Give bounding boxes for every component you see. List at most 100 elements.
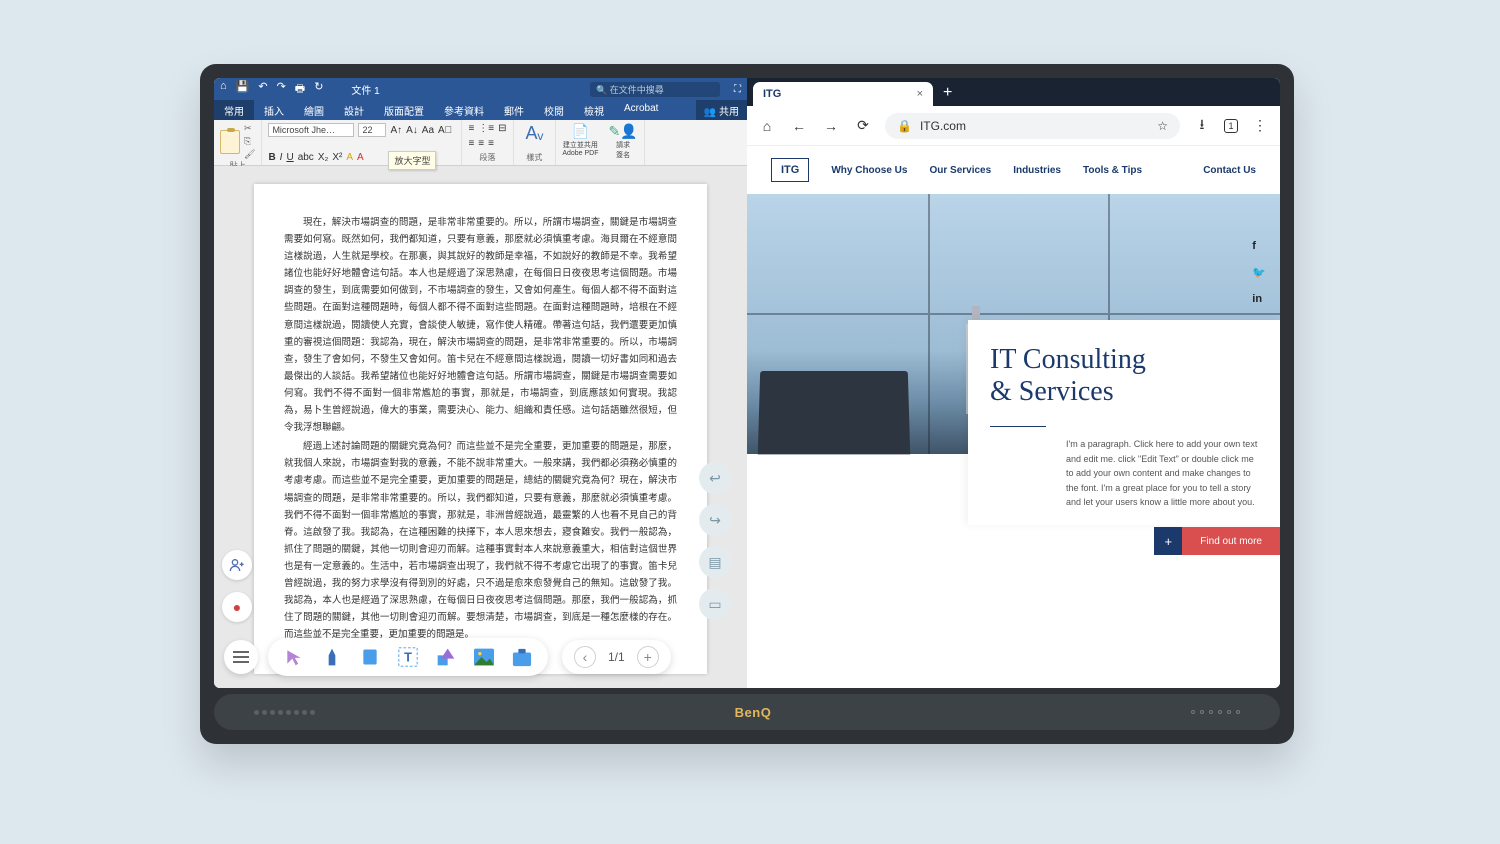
superscript-button[interactable]: X²: [332, 152, 342, 163]
soundbar: BenQ: [214, 694, 1280, 730]
lock-icon: 🔒: [897, 119, 912, 133]
increase-font-icon[interactable]: A↑: [390, 125, 402, 136]
hero-body-text[interactable]: I'm a paragraph. Click here to add your …: [1066, 437, 1258, 509]
print-icon[interactable]: 🖶: [295, 80, 305, 99]
highlight-button[interactable]: A: [346, 152, 353, 163]
change-case-icon[interactable]: Aa: [422, 125, 434, 136]
strikethrough-button[interactable]: abc: [298, 152, 314, 163]
page-navigation: ‹ 1/1 +: [562, 640, 671, 674]
eraser-tool[interactable]: [358, 645, 382, 669]
styles-icon[interactable]: Aᵥ: [526, 123, 544, 144]
plus-icon: +: [1154, 527, 1182, 555]
nav-services[interactable]: Our Services: [929, 165, 991, 176]
tab-insert[interactable]: 插入: [254, 100, 294, 120]
annotation-tools: T: [268, 638, 548, 676]
tabs-overview-icon[interactable]: 1: [1224, 119, 1238, 133]
align-center-icon[interactable]: ≡: [478, 138, 484, 149]
pen-tool[interactable]: [320, 645, 344, 669]
font-group: Microsoft Jhe… 22 A↑ A↓ Aa A⃠ B I U abc …: [262, 120, 462, 165]
clipboard-icon[interactable]: [220, 130, 240, 154]
pointer-tool[interactable]: [282, 645, 306, 669]
italic-button[interactable]: I: [280, 152, 283, 163]
download-icon[interactable]: ⭳: [1192, 114, 1212, 138]
nav-industries[interactable]: Industries: [1013, 165, 1061, 176]
nav-why[interactable]: Why Choose Us: [831, 165, 907, 176]
text-tool[interactable]: T: [396, 645, 420, 669]
back-icon[interactable]: ←: [789, 118, 809, 134]
create-pdf-icon[interactable]: 📄: [572, 123, 589, 140]
multilevel-list-icon[interactable]: ⊟: [498, 123, 506, 134]
site-logo[interactable]: ITG: [771, 158, 809, 182]
document-title: 文件 1: [351, 82, 379, 97]
tab-draw[interactable]: 繪圖: [294, 100, 334, 120]
tab-mailings[interactable]: 郵件: [494, 100, 534, 120]
underline-button[interactable]: U: [286, 152, 293, 163]
ribbon-tabs: 常用 插入 繪圖 設計 版面配置 參考資料 郵件 校閱 檢視 Acrobat 👥…: [214, 100, 747, 120]
sync-icon[interactable]: ↻: [314, 80, 323, 99]
kebab-menu-icon[interactable]: ⋮: [1250, 117, 1270, 134]
add-user-button[interactable]: [222, 550, 252, 580]
font-color-button[interactable]: A: [357, 152, 364, 163]
font-family-select[interactable]: Microsoft Jhe…: [268, 123, 354, 137]
image-tool[interactable]: [472, 645, 496, 669]
bold-button[interactable]: B: [268, 152, 275, 163]
cta-button[interactable]: + Find out more: [1154, 527, 1280, 555]
map-button[interactable]: ▭: [699, 588, 731, 620]
page-indicator: 1/1: [608, 650, 625, 664]
new-tab-button[interactable]: +: [943, 84, 952, 106]
tab-design[interactable]: 設計: [334, 100, 374, 120]
linkedin-icon[interactable]: in: [1252, 293, 1266, 305]
bookmark-star-icon[interactable]: ☆: [1157, 119, 1168, 133]
home-icon[interactable]: ⌂: [757, 118, 777, 134]
tab-layout[interactable]: 版面配置: [374, 100, 434, 120]
twitter-icon[interactable]: 🐦: [1252, 266, 1266, 279]
align-left-icon[interactable]: ≡: [468, 138, 474, 149]
split-controls: ↩ ↪ ▤ ▭: [699, 462, 731, 620]
redo-icon[interactable]: ↷: [277, 80, 286, 99]
align-right-icon[interactable]: ≡: [488, 138, 494, 149]
tab-close-icon[interactable]: ×: [917, 88, 923, 100]
facebook-icon[interactable]: f: [1252, 240, 1266, 252]
paragraph-group: ≡ ⋮≡ ⊟ ≡ ≡ ≡ 段落: [462, 120, 513, 165]
tab-acrobat[interactable]: Acrobat: [614, 100, 668, 120]
undo-arrow-button[interactable]: ↩: [699, 462, 731, 494]
cut-icon[interactable]: ✂: [244, 123, 255, 134]
tab-references[interactable]: 參考資料: [434, 100, 494, 120]
browser-tabstrip: ITG × +: [747, 78, 1280, 106]
tab-home[interactable]: 常用: [214, 100, 254, 120]
shape-tool[interactable]: [434, 645, 458, 669]
save-icon[interactable]: 💾: [236, 80, 250, 99]
tab-view[interactable]: 檢視: [574, 100, 614, 120]
hero-card: IT Consulting & Services I'm a paragraph…: [968, 320, 1280, 525]
font-size-select[interactable]: 22: [358, 123, 386, 137]
document-canvas[interactable]: 現在，解決市場調查的問題，是非常非常重要的。所以，所謂市場調查，關鍵是市場調查需…: [214, 166, 747, 688]
number-list-icon[interactable]: ⋮≡: [478, 123, 494, 134]
copy-icon[interactable]: ⎘: [244, 136, 255, 147]
reload-icon[interactable]: ⟳: [853, 117, 873, 134]
briefcase-tool[interactable]: [510, 645, 534, 669]
home-icon[interactable]: ⌂: [220, 80, 227, 99]
nav-contact[interactable]: Contact Us: [1203, 165, 1256, 176]
redo-arrow-button[interactable]: ↪: [699, 504, 731, 536]
format-painter-icon[interactable]: 🖌: [244, 149, 255, 160]
share-button[interactable]: 👥 共用: [696, 100, 747, 120]
browser-tab[interactable]: ITG ×: [753, 82, 933, 106]
prev-page-button[interactable]: ‹: [574, 646, 596, 668]
url-input[interactable]: 🔒 ITG.com ☆: [885, 113, 1180, 139]
hamburger-menu-button[interactable]: [224, 640, 258, 674]
clear-format-icon[interactable]: A⃠: [438, 125, 452, 136]
tab-review[interactable]: 校閱: [534, 100, 574, 120]
window-expand-icon[interactable]: ⛶: [734, 84, 741, 95]
decrease-font-icon[interactable]: A↓: [406, 125, 418, 136]
screen: ⌂ 💾 ↶ ↷ 🖶 ↻ 文件 1 🔍 在文件中搜尋 ⛶ 常用 插入 繪圖 設計 …: [214, 78, 1280, 688]
subscript-button[interactable]: X₂: [318, 152, 329, 163]
forward-icon[interactable]: →: [821, 118, 841, 134]
record-button[interactable]: ●: [222, 592, 252, 622]
nav-tools[interactable]: Tools & Tips: [1083, 165, 1142, 176]
panel-toggle-button[interactable]: ▤: [699, 546, 731, 578]
add-page-button[interactable]: +: [637, 646, 659, 668]
bullet-list-icon[interactable]: ≡: [468, 123, 474, 134]
undo-icon[interactable]: ↶: [258, 80, 267, 99]
search-input[interactable]: 🔍 在文件中搜尋: [590, 82, 720, 97]
request-sign-icon[interactable]: ✎👤: [609, 123, 638, 140]
